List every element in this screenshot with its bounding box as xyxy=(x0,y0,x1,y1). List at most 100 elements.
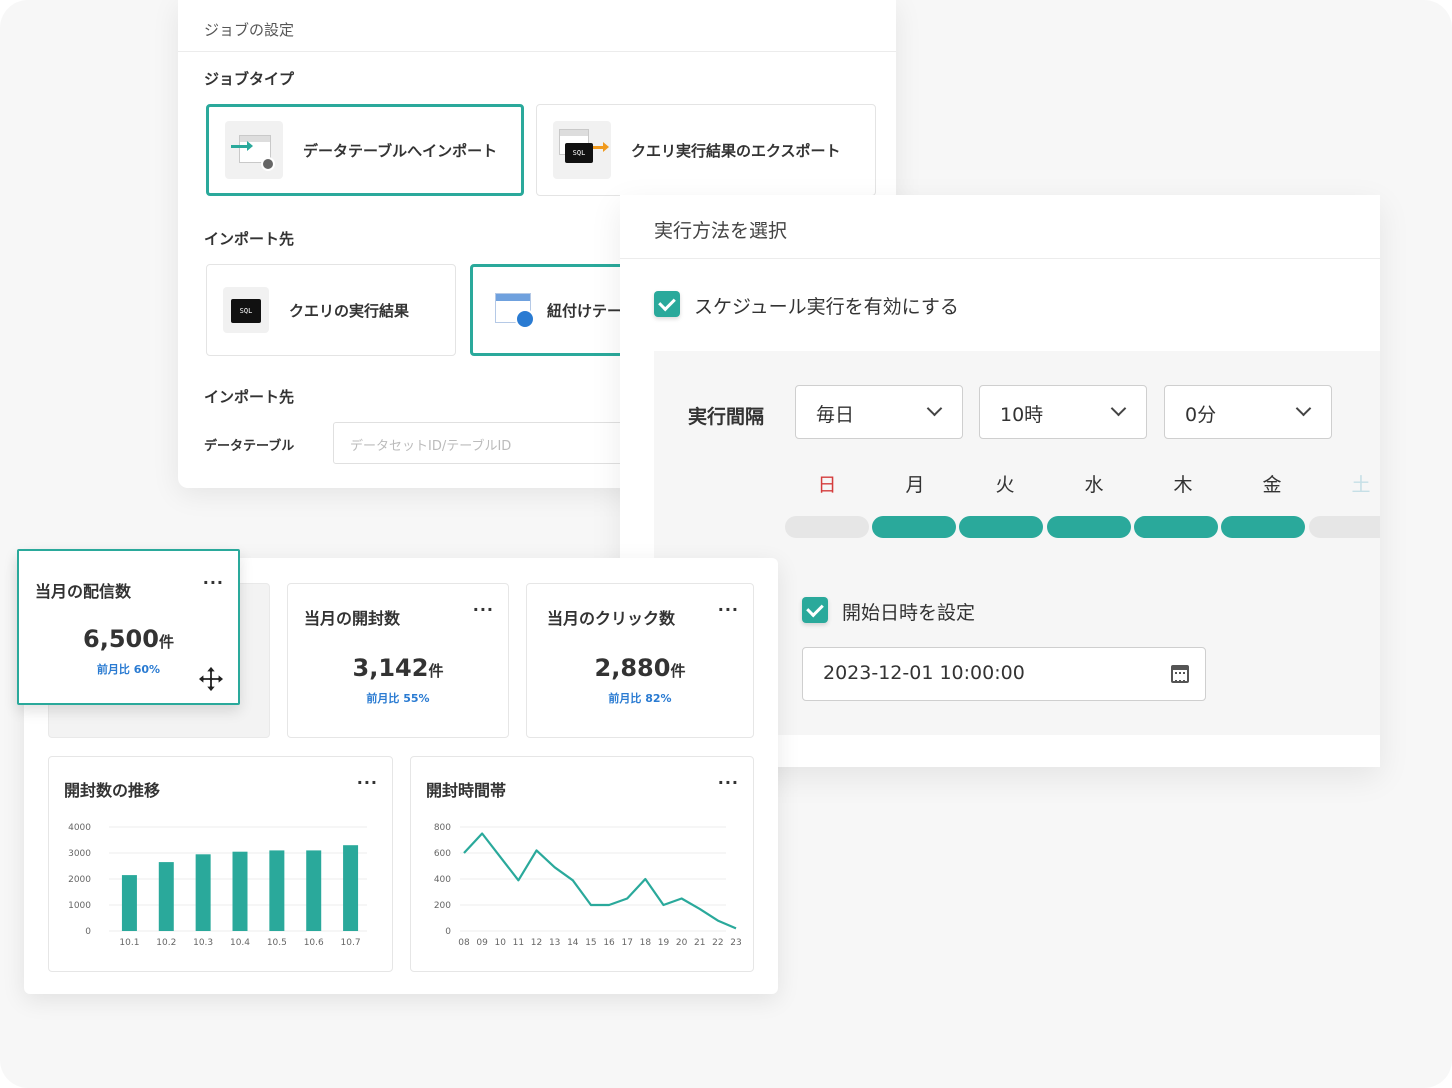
x-tick-label: 10.5 xyxy=(267,938,287,948)
sql-badge: SQL xyxy=(565,143,593,163)
day-toggle-fri[interactable] xyxy=(1221,516,1305,538)
bar-chart: 0 1000 2000 3000 4000 10.1 10.2 10.3 10.4 10.5 10.… xyxy=(68,823,367,948)
metric-card-deliveries-dragging[interactable]: 当月の配信数 ··· 6,500件 前月比 60% xyxy=(17,549,240,705)
source-query-option[interactable]: SQL クエリの実行結果 xyxy=(206,264,456,356)
schedule-checkbox[interactable] xyxy=(654,291,680,317)
more-icon[interactable]: ··· xyxy=(203,573,224,592)
y-tick-label: 800 xyxy=(434,823,451,833)
day-toggle-thu[interactable] xyxy=(1134,516,1218,538)
x-tick-label: 10.3 xyxy=(193,938,213,948)
day-label-sun: 日 xyxy=(817,474,837,496)
start-date-checkbox-label: 開始日時を設定 xyxy=(842,602,976,624)
bar xyxy=(195,854,211,931)
y-tick-label: 600 xyxy=(434,849,451,859)
metric-title: 当月の配信数 xyxy=(35,582,132,601)
day-toggle-mon[interactable] xyxy=(872,516,956,538)
minute-value: 0分 xyxy=(1185,404,1217,426)
metric-title: 当月の開封数 xyxy=(304,609,401,628)
interval-label: 実行間隔 xyxy=(688,406,765,428)
minute-select[interactable]: 0分 xyxy=(1164,385,1332,439)
metric-ratio: 前月比 55% xyxy=(366,692,430,705)
linked-table-icon xyxy=(489,287,539,333)
job-settings-title: ジョブの設定 xyxy=(178,0,896,52)
job-type-export-option[interactable]: SQL クエリ実行結果のエクスポート xyxy=(536,104,876,196)
metric-card-clicks[interactable]: 当月のクリック数 ··· 2,880件 前月比 82% xyxy=(526,583,754,738)
more-icon[interactable]: ··· xyxy=(718,600,739,619)
x-tick-label: 10.2 xyxy=(156,938,176,948)
metric-title: 当月のクリック数 xyxy=(547,609,676,628)
y-tick-label: 200 xyxy=(434,901,451,911)
data-table-input[interactable]: データセットID/テーブルID xyxy=(333,422,653,464)
import-target-label: インポート先 xyxy=(204,388,295,406)
start-datetime-input[interactable]: 2023-12-01 10:00:00 xyxy=(802,647,1206,701)
metric-value: 3,142件 xyxy=(352,654,444,682)
x-tick-label: 18 xyxy=(640,938,652,948)
x-tick-label: 16 xyxy=(603,938,615,948)
x-tick-label: 10 xyxy=(495,938,507,948)
y-tick-label: 4000 xyxy=(68,823,91,833)
y-tick-label: 400 xyxy=(434,875,451,885)
job-type-export-label: クエリ実行結果のエクスポート xyxy=(631,141,841,160)
x-tick-label: 08 xyxy=(458,938,470,948)
x-tick-label: 10.6 xyxy=(304,938,324,948)
x-tick-label: 10.7 xyxy=(341,938,361,948)
x-tick-label: 21 xyxy=(694,938,705,948)
metric-card-opens[interactable]: 当月の開封数 ··· 3,142件 前月比 55% xyxy=(287,583,509,738)
job-type-import-label: データテーブルへインポート xyxy=(303,141,498,160)
day-toggle-tue[interactable] xyxy=(959,516,1043,538)
day-toggle-sat[interactable] xyxy=(1309,516,1380,538)
move-icon[interactable] xyxy=(197,665,225,693)
y-tick-label: 1000 xyxy=(68,901,91,911)
bar xyxy=(158,862,174,931)
frequency-value: 毎日 xyxy=(816,404,855,426)
calendar-icon[interactable] xyxy=(1171,665,1189,683)
y-tick-label: 0 xyxy=(85,927,91,937)
metric-ratio: 前月比 82% xyxy=(608,692,672,705)
export-query-icon: SQL xyxy=(553,121,611,179)
chevron-down-icon xyxy=(926,400,943,417)
day-label-sat: 土 xyxy=(1351,474,1371,496)
sql-icon: SQL xyxy=(223,287,269,333)
start-datetime-value: 2023-12-01 10:00:00 xyxy=(823,662,1025,684)
hour-select[interactable]: 10時 xyxy=(979,385,1147,439)
metric-value: 2,880件 xyxy=(594,654,686,682)
x-tick-label: 19 xyxy=(658,938,670,948)
import-table-icon xyxy=(225,121,283,179)
hour-value: 10時 xyxy=(1000,404,1044,426)
y-tick-label: 0 xyxy=(445,927,451,937)
bar xyxy=(269,850,285,931)
chart-card-open-trend: 開封数の推移 ··· 0 1000 2000 3000 4000 10.1 10.2 10.3… xyxy=(48,756,393,972)
metric-value: 6,500件 xyxy=(83,625,174,653)
bar xyxy=(306,850,322,931)
x-tick-label: 12 xyxy=(531,938,542,948)
x-tick-label: 10.1 xyxy=(119,938,139,948)
x-tick-label: 23 xyxy=(730,938,741,948)
frequency-select[interactable]: 毎日 xyxy=(795,385,963,439)
import-source-label: インポート先 xyxy=(204,230,295,248)
schedule-checkbox-label: スケジュール実行を有効にする xyxy=(694,296,959,318)
job-type-import-option[interactable]: データテーブルへインポート xyxy=(206,104,524,196)
bar xyxy=(232,851,248,931)
more-icon[interactable]: ··· xyxy=(473,600,494,619)
day-label-thu: 木 xyxy=(1173,474,1193,496)
day-label-mon: 月 xyxy=(905,474,925,496)
source-query-label: クエリの実行結果 xyxy=(289,301,410,320)
series-line xyxy=(463,832,737,930)
x-tick-label: 22 xyxy=(712,938,723,948)
bar xyxy=(343,845,359,931)
day-label-fri: 金 xyxy=(1262,474,1282,496)
x-tick-label: 14 xyxy=(567,938,579,948)
x-tick-label: 11 xyxy=(513,938,524,948)
x-tick-label: 09 xyxy=(476,938,488,948)
x-tick-label: 13 xyxy=(549,938,560,948)
job-type-label: ジョブタイプ xyxy=(204,70,295,88)
day-label-wed: 水 xyxy=(1084,474,1104,496)
day-toggle-sun[interactable] xyxy=(785,516,869,538)
x-tick-label: 17 xyxy=(621,938,632,948)
x-tick-label: 10.4 xyxy=(230,938,250,948)
chevron-down-icon xyxy=(1110,400,1127,417)
line-chart: 0 200 400 600 800 08 09 10 11 12 13 14 15 16 17 18 19 20 2… xyxy=(434,823,742,948)
day-toggle-wed[interactable] xyxy=(1047,516,1131,538)
chevron-down-icon xyxy=(1295,400,1312,417)
start-date-checkbox[interactable] xyxy=(802,597,828,623)
